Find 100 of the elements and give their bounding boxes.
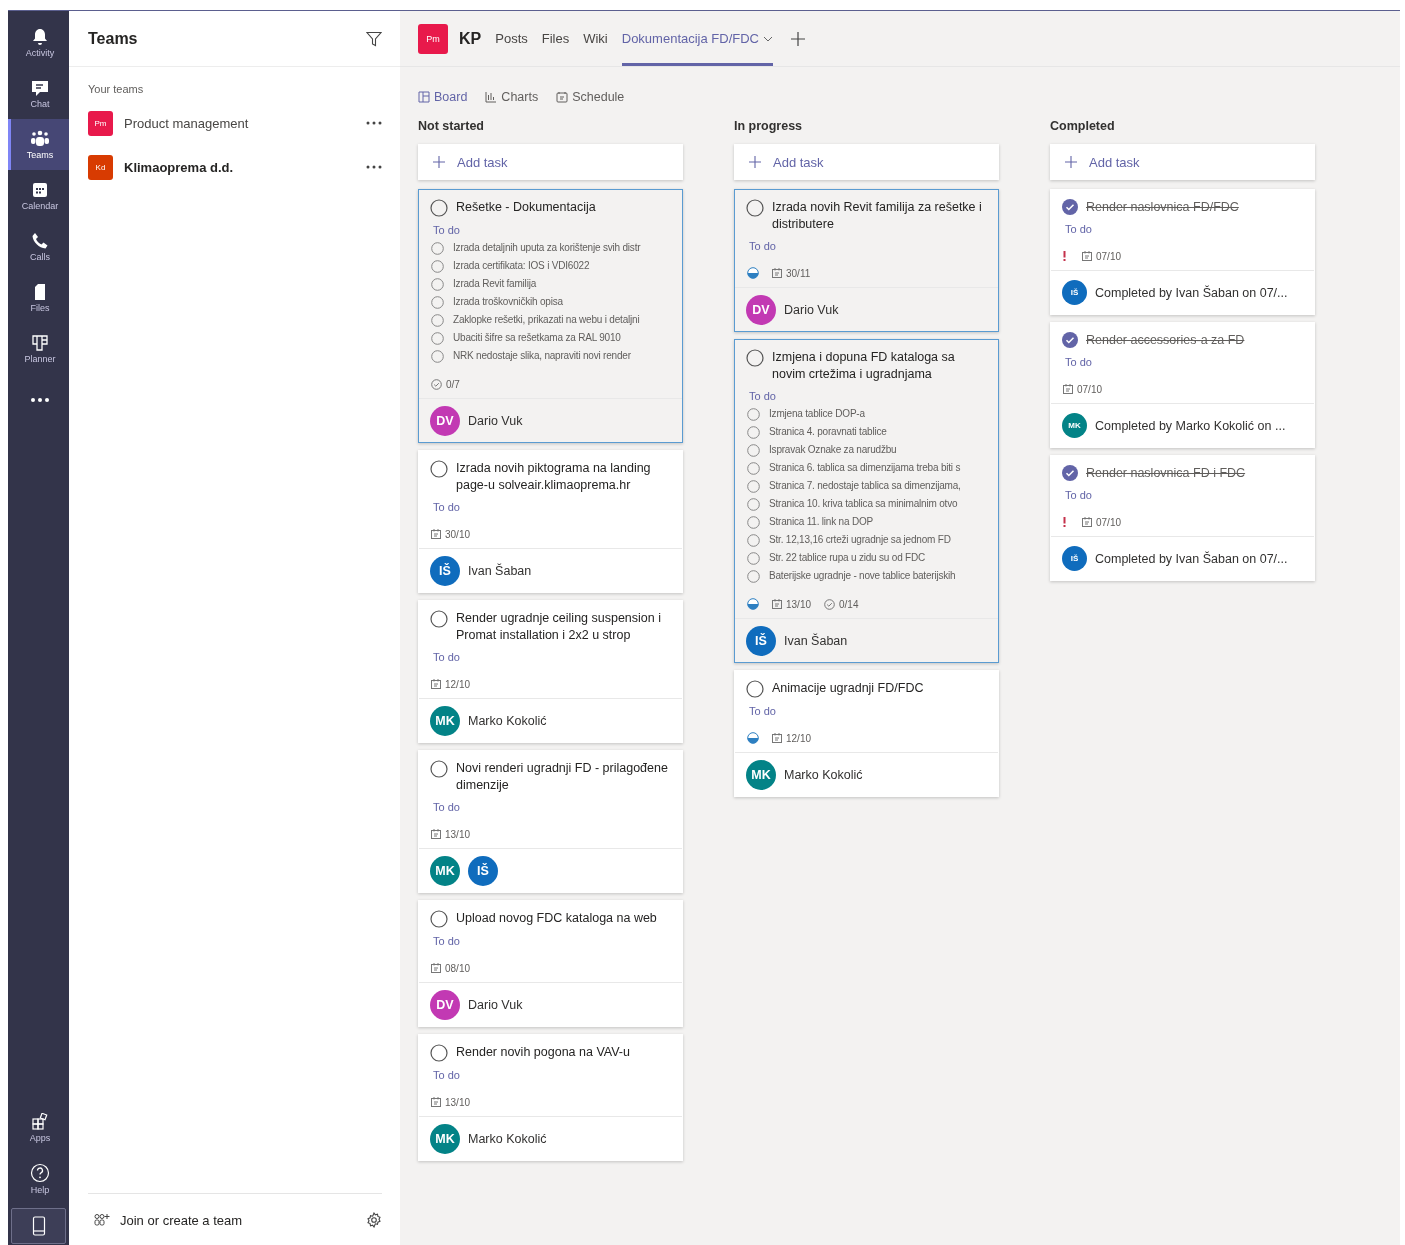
checklist-checkbox[interactable] <box>431 332 444 345</box>
checklist-checkbox[interactable] <box>431 278 444 291</box>
channel-tab[interactable]: Wiki <box>583 11 608 66</box>
checklist-checkbox[interactable] <box>747 462 760 475</box>
assignee-name: Dario Vuk <box>468 413 523 428</box>
channel-tab[interactable]: Posts <box>495 11 528 66</box>
task-card[interactable]: Render accessories-a za FD To do 07/10 MK Completed by Marko Kokolić on ... <box>1050 322 1315 448</box>
checklist-checkbox[interactable] <box>431 242 444 255</box>
checklist-checkbox[interactable] <box>747 534 760 547</box>
rail-bell-button[interactable]: Activity <box>8 17 69 68</box>
checklist-item: Stranica 11. link na DOP <box>769 515 873 529</box>
task-card[interactable]: Render novih pogona na VAV-u To do 13/10 MK Marko Kokolić <box>418 1034 683 1161</box>
rail-calendar-button[interactable]: Calendar <box>8 170 69 221</box>
team-name[interactable]: Product management <box>124 115 355 131</box>
task-title: Upload novog FDC kataloga na web <box>456 910 657 927</box>
user-avatar: DV <box>430 405 460 436</box>
more-options-icon[interactable] <box>366 165 382 169</box>
rail-apps-button[interactable]: Apps <box>8 1102 69 1153</box>
checklist-checkbox[interactable] <box>747 408 760 421</box>
task-checkbox[interactable] <box>430 460 448 478</box>
task-checkbox[interactable] <box>746 680 764 698</box>
rail-teams-button[interactable]: Teams <box>8 119 69 170</box>
panel-title: Teams <box>88 29 138 48</box>
checklist-checkbox[interactable] <box>431 350 444 363</box>
rail-help-button[interactable]: Help <box>8 1153 69 1204</box>
checklist-checkbox[interactable] <box>747 516 760 529</box>
task-card[interactable] <box>418 189 683 443</box>
rail-planner-button[interactable]: Planner <box>8 323 69 374</box>
task-checkbox[interactable] <box>430 910 448 928</box>
checklist-checkbox[interactable] <box>747 480 760 493</box>
checklist-checkbox[interactable] <box>747 444 760 457</box>
task-card[interactable]: Render ugradnje ceiling suspension i Promat installation i 2x2 u strop To do 12/10 MK Marko Kokolić <box>418 600 683 743</box>
bucket-label: To do <box>1065 489 1093 501</box>
task-card[interactable]: Novi renderi ugradnji FD - prilagođene dimenzije To do 13/10 MK IŠ <box>418 750 683 893</box>
add-task-button[interactable]: Add task <box>418 144 683 180</box>
task-checkbox[interactable] <box>430 1044 448 1062</box>
add-task-button[interactable]: Add task <box>734 144 999 180</box>
plus-icon <box>1065 156 1077 168</box>
more-options-icon[interactable] <box>366 121 382 125</box>
completed-check-icon[interactable] <box>1062 199 1078 215</box>
view-tab[interactable]: Charts <box>485 87 539 107</box>
rail-phone-button[interactable]: Calls <box>8 221 69 272</box>
completed-check-icon[interactable] <box>1062 332 1078 348</box>
checklist-item: Izrada troškovničkih opisa <box>453 295 563 309</box>
calendar-icon <box>772 268 782 278</box>
task-card[interactable]: Render naslovnica FD i FDC To do 07/10 IŠ Completed by Ivan Šaban on 07/... <box>1050 455 1315 581</box>
channel-tab[interactable]: Dokumentacija FD/FDC <box>621 11 773 66</box>
checklist-item: Stranica 4. poravnati tablice <box>769 425 887 439</box>
task-checkbox[interactable] <box>430 610 448 628</box>
user-avatar: MK <box>430 855 460 886</box>
bucket-label: To do <box>749 705 777 717</box>
completed-check-icon[interactable] <box>1062 465 1078 481</box>
task-card[interactable]: Izrada novih piktograma na landing page-u solveair.klimaoprema.hr To do 30/10 IŠ Ivan Šaban <box>418 450 683 593</box>
checklist-checkbox[interactable] <box>747 426 760 439</box>
assignee-name: Marko Kokolić <box>468 1131 547 1146</box>
task-card[interactable]: Animacije ugradnji FD/FDC To do 12/10 MK Marko Kokolić <box>734 670 999 797</box>
assignee-name: Completed by Marko Kokolić on ... <box>1095 418 1286 433</box>
task-title: Render ugradnje ceiling suspension i Promat installation i 2x2 u strop <box>456 610 662 644</box>
checklist-checkbox[interactable] <box>431 296 444 309</box>
bucket-label: To do <box>1065 356 1093 368</box>
user-avatar: MK <box>430 1123 460 1154</box>
view-tab[interactable]: Schedule <box>556 87 625 107</box>
team-avatar: Kd <box>88 154 113 180</box>
task-card[interactable]: Izrada novih Revit familija za rešetke i distributere To do 30/11 DV Dario Vuk <box>734 189 999 332</box>
rail-file-button[interactable]: Files <box>8 272 69 323</box>
view-tab[interactable]: Board <box>418 87 468 107</box>
channel-tab[interactable]: Files <box>541 11 570 66</box>
task-card[interactable]: Upload novog FDC kataloga na web To do 08/10 DV Dario Vuk <box>418 900 683 1027</box>
rail-device-button[interactable] <box>11 1208 66 1244</box>
task-checkbox[interactable] <box>746 199 764 217</box>
add-task-button[interactable]: Add task <box>1050 144 1315 180</box>
checklist-item: Stranica 6. tablica sa dimenzijama treba biti s <box>769 461 961 475</box>
add-tab-icon[interactable] <box>791 31 805 46</box>
settings-icon[interactable] <box>366 1212 382 1228</box>
due-date: 13/10 <box>786 598 812 610</box>
bell-icon <box>31 27 49 46</box>
due-date: 07/10 <box>1077 383 1103 395</box>
checklist-checkbox[interactable] <box>431 260 444 273</box>
task-title: Render accessories-a za FD <box>1086 332 1245 349</box>
checklist-checkbox[interactable] <box>747 498 760 511</box>
join-team-link[interactable]: Join or create a team <box>120 1212 356 1228</box>
filter-icon[interactable] <box>366 30 382 47</box>
rail-chat-button[interactable]: Chat <box>8 68 69 119</box>
calendar-icon <box>772 733 782 743</box>
assignee-name: Ivan Šaban <box>784 633 848 648</box>
checklist-checkbox[interactable] <box>747 570 760 583</box>
task-checkbox[interactable] <box>746 349 764 367</box>
assignee-name: Marko Kokolić <box>784 767 863 782</box>
task-checkbox[interactable] <box>430 760 448 778</box>
task-checkbox[interactable] <box>430 199 448 217</box>
due-date: 07/10 <box>1096 250 1122 262</box>
checklist-checkbox[interactable] <box>747 552 760 565</box>
task-title: Render naslovnica FD i FDC <box>1086 465 1246 482</box>
checklist-checkbox[interactable] <box>431 314 444 327</box>
task-title: Render novih pogona na VAV-u <box>456 1044 630 1061</box>
task-card[interactable] <box>734 339 999 663</box>
team-name[interactable]: Klimaoprema d.d. <box>124 159 355 175</box>
task-card[interactable]: Render naslovnica FD/FDC To do 07/10 IŠ Completed by Ivan Šaban on 07/... <box>1050 189 1315 315</box>
user-avatar: IŠ <box>1062 546 1087 571</box>
bucket-title: In progress <box>734 119 804 133</box>
